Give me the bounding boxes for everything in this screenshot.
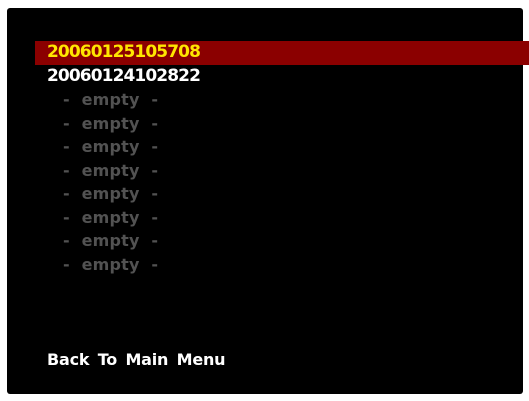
save-slot-label: 20060125105708: [47, 42, 201, 62]
save-slot-1[interactable]: 20060125105708: [35, 41, 529, 65]
empty-slot-label: - empty -: [63, 90, 159, 109]
back-to-main-menu-button[interactable]: Back To Main Menu: [47, 350, 226, 369]
save-slot-3[interactable]: - empty -: [35, 88, 529, 112]
save-slot-5[interactable]: - empty -: [35, 135, 529, 159]
save-slot-label: 20060124102822: [47, 65, 201, 86]
save-slot-7[interactable]: - empty -: [35, 182, 529, 206]
empty-slot-label: - empty -: [63, 207, 159, 227]
save-slot-9[interactable]: - empty -: [35, 229, 529, 253]
save-slot-4[interactable]: - empty -: [35, 112, 529, 136]
save-slot-list: 20060125105708 20060124102822 - empty - …: [35, 41, 529, 276]
save-slot-10[interactable]: - empty -: [35, 253, 529, 277]
save-slot-2[interactable]: 20060124102822: [35, 65, 529, 89]
screen: 20060125105708 20060124102822 - empty - …: [0, 0, 529, 401]
menu-screen: 20060125105708 20060124102822 - empty - …: [7, 8, 529, 394]
empty-slot-label: - empty -: [63, 160, 159, 180]
empty-slot-label: - empty -: [63, 184, 159, 203]
empty-slot-label: - empty -: [63, 231, 159, 250]
save-slot-8[interactable]: - empty -: [35, 206, 529, 230]
empty-slot-label: - empty -: [63, 254, 159, 274]
empty-slot-label: - empty -: [63, 137, 159, 156]
save-slot-6[interactable]: - empty -: [35, 159, 529, 183]
empty-slot-label: - empty -: [63, 113, 159, 133]
